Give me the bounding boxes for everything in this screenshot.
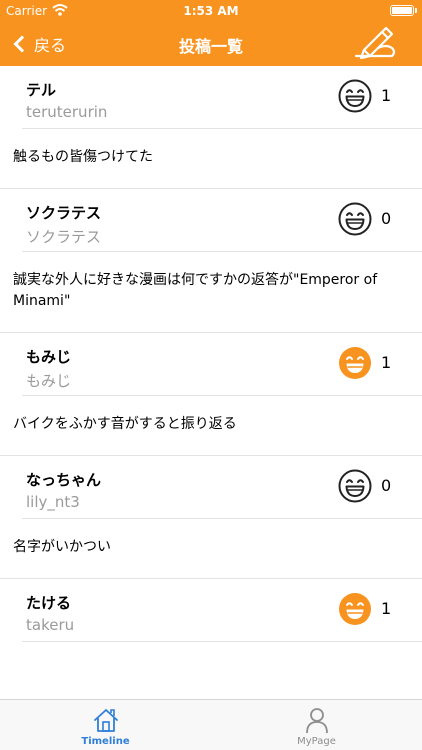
post-author-id: takeru — [26, 616, 75, 634]
post-text: バイクをふかす音がすると振り返る — [0, 396, 422, 456]
tab-timeline-label: Timeline — [81, 736, 130, 747]
back-button[interactable]: 戻る — [10, 32, 66, 56]
post-text — [0, 642, 422, 680]
post-item: テル teruterurin 1 触るもの皆傷つけてた — [0, 66, 422, 189]
chevron-left-icon — [13, 35, 31, 53]
post-header[interactable]: たける takeru 1 — [22, 579, 422, 642]
post-item: たける takeru 1 — [0, 579, 422, 680]
smile-outline-icon[interactable] — [338, 79, 372, 113]
status-time: 1:53 AM — [183, 4, 239, 18]
smile-outline-icon[interactable] — [338, 202, 372, 236]
like-count: 1 — [381, 353, 392, 372]
home-icon — [94, 709, 118, 732]
post-author-name: たける — [26, 594, 72, 612]
person-icon — [306, 708, 328, 734]
tab-mypage-label: MyPage — [297, 736, 336, 747]
post-author-name: ソクラテス — [26, 204, 102, 222]
back-label: 戻る — [34, 36, 67, 55]
post-author-name: なっちゃん — [26, 471, 102, 489]
tab-timeline[interactable]: Timeline — [0, 700, 211, 750]
battery-tip — [415, 8, 417, 13]
post-text: 触るもの皆傷つけてた — [0, 129, 422, 189]
tab-mypage[interactable]: MyPage — [211, 700, 422, 750]
post-author-id: teruterurin — [26, 103, 108, 121]
like-count: 0 — [381, 209, 392, 228]
smile-outline-icon[interactable] — [338, 469, 372, 503]
smile-filled-icon[interactable] — [338, 346, 372, 380]
navigation-bar: 戻る 投稿一覧 — [0, 22, 422, 66]
post-header[interactable]: なっちゃん lily_nt3 0 — [22, 456, 422, 519]
post-author-id: もみじ — [26, 372, 72, 390]
post-header[interactable]: テル teruterurin 1 — [22, 66, 422, 129]
post-author-id: lily_nt3 — [26, 493, 80, 511]
post-list[interactable]: テル teruterurin 1 触るもの皆傷つけてた ソクラテス ソクラテス — [0, 66, 422, 699]
like-count: 1 — [381, 86, 392, 105]
post-text: 誠実な外人に好きな漫画は何ですかの返答が"Emperor of Minami" — [0, 252, 422, 333]
tab-bar: Timeline MyPage — [0, 699, 422, 750]
post-item: ソクラテス ソクラテス 0 誠実な外人に好きな漫画は何ですかの返答が"Emper… — [0, 189, 422, 333]
pen-hand-icon[interactable] — [352, 26, 398, 62]
post-header[interactable]: ソクラテス ソクラテス 0 — [22, 189, 422, 252]
post-text: 名字がいかつい — [0, 519, 422, 579]
like-count: 0 — [381, 476, 392, 495]
post-author-id: ソクラテス — [26, 228, 102, 246]
post-item: もみじ もみじ 1 バイクをふかす音がすると振り返る — [0, 333, 422, 456]
like-count: 1 — [381, 599, 392, 618]
post-item: なっちゃん lily_nt3 0 名字がいかつい — [0, 456, 422, 579]
status-bar: Carrier 1:53 AM — [0, 0, 422, 22]
post-author-name: もみじ — [26, 348, 72, 366]
smile-filled-icon[interactable] — [338, 592, 372, 626]
post-header[interactable]: もみじ もみじ 1 — [22, 333, 422, 396]
battery-icon — [390, 5, 414, 16]
post-author-name: テル — [26, 81, 57, 99]
